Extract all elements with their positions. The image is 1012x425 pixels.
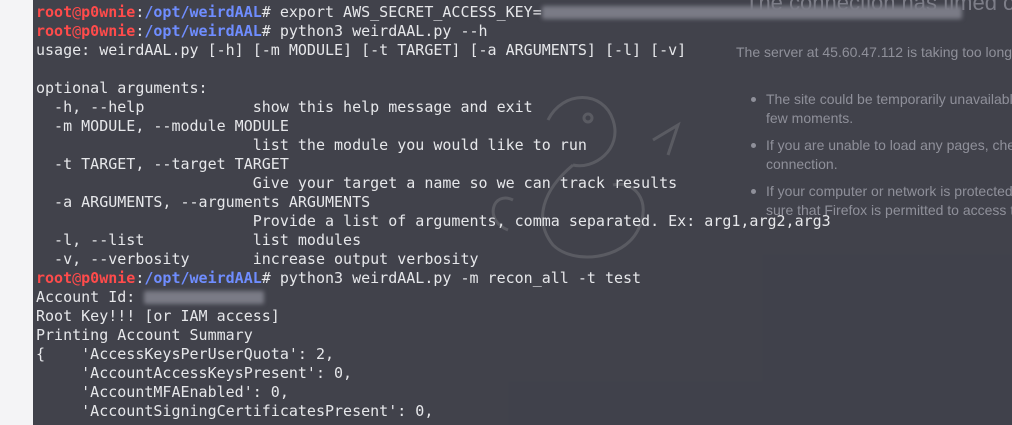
- account-id-label: Account Id:: [36, 288, 145, 306]
- output-line: Give your target a name so we can track …: [36, 174, 678, 192]
- prompt-line: root@p0wnie:/opt/weirdAAL# export AWS_SE…: [36, 3, 962, 22]
- prompt-path: /opt/weirdAAL: [144, 269, 262, 287]
- terminal-output: root@p0wnie:/opt/weirdAAL# export AWS_SE…: [36, 3, 962, 421]
- prompt-host: p0wnie: [81, 3, 136, 21]
- output-line: Printing Account Summary: [36, 326, 253, 344]
- output-line: usage: weirdAAL.py [-h] [-m MODULE] [-t …: [36, 41, 687, 59]
- prompt-user: root: [36, 22, 73, 40]
- output-line: -t TARGET, --target TARGET: [36, 155, 289, 173]
- output-line: 'AccountAccessKeysPresent': 0,: [36, 364, 353, 382]
- redacted-secret: [541, 6, 962, 19]
- prompt-host: p0wnie: [81, 269, 136, 287]
- output-line: Provide a list of arguments, comma separ…: [36, 212, 831, 230]
- output-line: -v, --verbosity increase output verbosit…: [36, 250, 479, 268]
- command-text: python3 weirdAAL.py --h: [279, 22, 488, 40]
- prompt-path: /opt/weirdAAL: [144, 22, 262, 40]
- command-text: python3 weirdAAL.py -m recon_all -t test: [279, 269, 642, 287]
- prompt-line: root@p0wnie:/opt/weirdAAL# python3 weird…: [36, 22, 488, 40]
- prompt-line: root@p0wnie:/opt/weirdAAL# python3 weird…: [36, 269, 642, 287]
- desktop-left-strip: [0, 0, 34, 425]
- prompt-at: @: [72, 22, 82, 40]
- output-line: { 'AccessKeysPerUserQuota': 2,: [36, 345, 335, 363]
- command-text: export AWS_SECRET_ACCESS_KEY=: [279, 3, 542, 21]
- prompt-symbol: #: [261, 22, 271, 40]
- prompt-user: root: [36, 3, 73, 21]
- output-line: -h, --help show this help message and ex…: [36, 98, 533, 116]
- output-line: Account Id:: [36, 288, 962, 307]
- terminal-window[interactable]: The connection has timed out The server …: [33, 0, 1012, 425]
- output-line: list the module you would like to run: [36, 136, 587, 154]
- prompt-symbol: #: [261, 269, 271, 287]
- redacted-account-id: [144, 291, 265, 304]
- output-line: -a ARGUMENTS, --arguments ARGUMENTS: [36, 193, 371, 211]
- prompt-at: @: [72, 3, 82, 21]
- output-line: -l, --list list modules: [36, 231, 362, 249]
- prompt-user: root: [36, 269, 73, 287]
- prompt-path: /opt/weirdAAL: [144, 3, 262, 21]
- output-line: 'AccountMFAEnabled': 0,: [36, 383, 289, 401]
- output-line: optional arguments:: [36, 79, 208, 97]
- output-line: -m MODULE, --module MODULE: [36, 117, 289, 135]
- prompt-host: p0wnie: [81, 22, 136, 40]
- output-line: Root Key!!! [or IAM access]: [36, 307, 280, 325]
- output-line: 'AccountSigningCertificatesPresent': 0,: [36, 402, 434, 420]
- prompt-symbol: #: [261, 3, 271, 21]
- prompt-at: @: [72, 269, 82, 287]
